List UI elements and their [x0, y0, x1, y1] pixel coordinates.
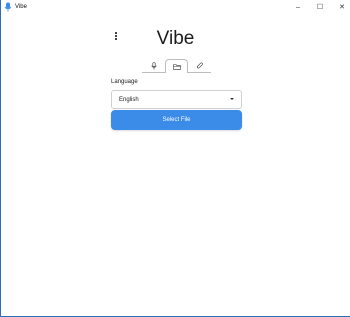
chevron-down-icon: [230, 98, 234, 100]
source-tabs: [142, 59, 211, 73]
language-select-value: English: [119, 96, 139, 103]
minimize-button[interactable]: –: [287, 0, 309, 14]
link-icon: [196, 62, 203, 68]
language-label: Language: [111, 79, 138, 85]
page-title: Vibe: [156, 28, 195, 49]
select-file-button[interactable]: Select File: [111, 110, 242, 130]
language-select[interactable]: English: [111, 90, 242, 109]
microphone-icon: [150, 61, 157, 70]
maximize-button[interactable]: ☐: [309, 0, 331, 14]
app-logo-icon: [4, 2, 12, 12]
window-title: Vibe: [15, 4, 27, 10]
window-titlebar: Vibe – ☐ ✕: [1, 0, 350, 14]
tab-file[interactable]: [165, 59, 188, 73]
tab-link[interactable]: [188, 59, 211, 73]
close-button[interactable]: ✕: [331, 0, 350, 14]
tab-record[interactable]: [142, 59, 165, 73]
folder-icon: [172, 63, 181, 70]
